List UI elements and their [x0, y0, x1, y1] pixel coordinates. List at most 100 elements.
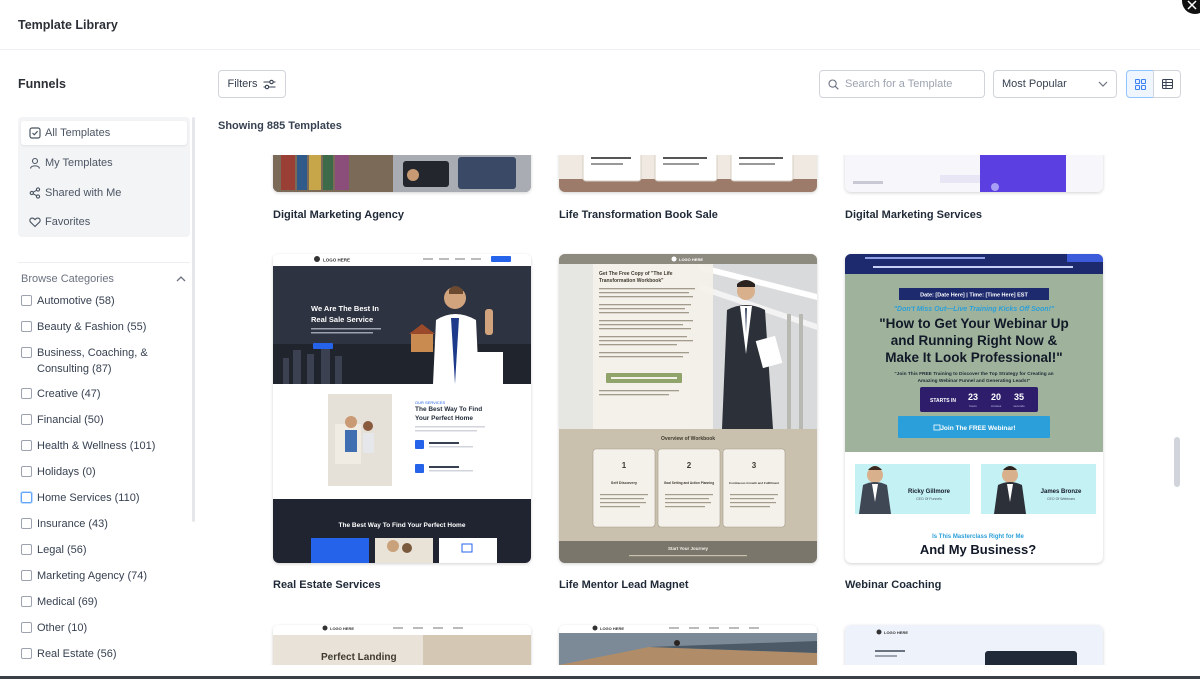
- results-count: Showing 885 Templates: [218, 120, 342, 132]
- template-card-webinar-coaching[interactable]: Date: [Date Here] | Time: [Time Here] ES…: [845, 254, 1103, 563]
- sort-select[interactable]: Most Popular: [993, 70, 1117, 98]
- preview-countdown-value: 20: [991, 392, 1001, 402]
- category-label: Holidays (0): [37, 466, 96, 478]
- preview-date-line: Date: [Date Here] | Time: [Time Here] ES…: [920, 293, 1028, 299]
- sidebar-item-favorites[interactable]: Favorites: [21, 210, 187, 234]
- template-name: Digital Marketing Services: [845, 209, 982, 221]
- checkbox[interactable]: [21, 440, 32, 451]
- category-medical[interactable]: Medical (69): [21, 594, 186, 610]
- template-thumbnail: LOGO HERE: [845, 625, 1103, 665]
- list-view-button[interactable]: [1153, 70, 1181, 98]
- category-other[interactable]: Other (10): [21, 620, 186, 636]
- category-label: Real Estate (56): [37, 648, 117, 660]
- category-marketing-agency[interactable]: Marketing Agency (74): [21, 568, 186, 584]
- checkbox[interactable]: [21, 648, 32, 659]
- template-thumbnail: Date: [Date Here] | Time: [Time Here] ES…: [845, 254, 1103, 563]
- category-label: Other (10): [37, 622, 88, 634]
- category-beauty-fashion[interactable]: Beauty & Fashion (55): [21, 319, 186, 335]
- preview-host-name: Ricky Gillmore: [908, 489, 951, 495]
- preview-bottom-headline: And My Business?: [920, 542, 1036, 557]
- category-label: Marketing Agency (74): [37, 570, 148, 582]
- filters-button[interactable]: Filters: [218, 70, 286, 98]
- preview-hero-title: Real Sale Service: [311, 315, 373, 324]
- search-placeholder: Search for a Template: [845, 78, 953, 90]
- checkbox[interactable]: [21, 388, 32, 399]
- checkbox[interactable]: [21, 518, 32, 529]
- category-label: Beauty & Fashion (55): [37, 321, 147, 333]
- template-card-life-transformation-book-sale[interactable]: [559, 155, 817, 192]
- category-label: Legal (56): [37, 544, 87, 556]
- template-card-real-estate-services[interactable]: LOGO HERE We Are The Best In Real Sale S…: [273, 254, 531, 563]
- close-icon: [1187, 0, 1197, 10]
- main-scrollbar[interactable]: [1174, 155, 1180, 665]
- template-name: Webinar Coaching: [845, 579, 942, 591]
- template-card[interactable]: LOGO HERE Perfect Landing: [273, 625, 531, 665]
- preview-logo: LOGO HERE: [330, 626, 354, 631]
- preview-section-title: The Best Way To Find: [415, 406, 482, 413]
- sidebar-scrollbar[interactable]: [192, 117, 195, 522]
- category-label: Automotive (58): [37, 295, 115, 307]
- sidebar-item-all-templates[interactable]: All Templates: [21, 121, 187, 145]
- template-thumbnail: LOGO HERE: [559, 625, 817, 665]
- preview-countdown-value: 35: [1014, 392, 1024, 402]
- category-legal[interactable]: Legal (56): [21, 542, 186, 558]
- checkbox[interactable]: [21, 622, 32, 633]
- checkbox[interactable]: [21, 596, 32, 607]
- preview-cta: Join The FREE Webinar!: [940, 425, 1015, 432]
- sidebar-nav: All Templates My Templates Shared with M…: [18, 117, 190, 237]
- sidebar-item-label: All Templates: [45, 127, 111, 139]
- sidebar-heading: Funnels: [18, 77, 66, 91]
- category-holidays[interactable]: Holidays (0): [21, 464, 186, 480]
- search-input[interactable]: Search for a Template: [819, 70, 985, 98]
- checkbox[interactable]: [21, 466, 32, 477]
- title-bar: Template Library: [0, 0, 1200, 50]
- filters-label: Filters: [227, 78, 258, 90]
- template-name: Real Estate Services: [273, 579, 381, 591]
- checkbox[interactable]: [21, 492, 32, 503]
- sidebar-item-label: My Templates: [45, 157, 113, 169]
- preview-host-role: CEO Of Webinars: [1047, 497, 1075, 501]
- grid-view-button[interactable]: [1126, 70, 1154, 98]
- category-label: Business, Coaching, & Consulting (87): [37, 347, 148, 375]
- grid-icon: [1134, 78, 1146, 90]
- category-health-wellness[interactable]: Health & Wellness (101): [21, 438, 186, 454]
- checkbox[interactable]: [21, 295, 32, 306]
- category-business-coaching[interactable]: Business, Coaching, & Consulting (87): [21, 345, 161, 377]
- sidebar-item-my-templates[interactable]: My Templates: [21, 151, 187, 175]
- preview-step-number: 3: [752, 461, 757, 470]
- category-label: Health & Wellness (101): [37, 440, 156, 452]
- checkbox[interactable]: [21, 347, 32, 358]
- categories-header[interactable]: Browse Categories: [21, 273, 186, 285]
- checkbox[interactable]: [21, 414, 32, 425]
- template-thumbnail: LOGO HERE We Are The Best In Real Sale S…: [273, 254, 531, 563]
- category-insurance[interactable]: Insurance (43): [21, 516, 186, 532]
- sidebar-item-shared-with-me[interactable]: Shared with Me: [21, 181, 187, 205]
- heart-icon: [29, 217, 41, 228]
- preview-overview: Overview of Workbook: [661, 436, 715, 442]
- template-thumbnail: LOGO HERE Perfect Landing: [273, 625, 531, 665]
- category-financial[interactable]: Financial (50): [21, 412, 186, 428]
- preview-footer: Start Your Journey: [668, 546, 709, 551]
- checkbox[interactable]: [21, 570, 32, 581]
- preview-headline: and Running Right Now &: [891, 333, 1058, 348]
- template-thumbnail: [559, 155, 817, 192]
- category-creative[interactable]: Creative (47): [21, 386, 186, 402]
- template-card-digital-marketing-agency[interactable]: [273, 155, 531, 192]
- preview-countdown-unit: seconds: [1013, 404, 1025, 408]
- template-card[interactable]: LOGO HERE: [845, 625, 1103, 665]
- category-automotive[interactable]: Automotive (58): [21, 293, 186, 309]
- checkbox[interactable]: [21, 321, 32, 332]
- preview-logo: LOGO HERE: [323, 258, 350, 263]
- preview-hero-title: We Are The Best In: [311, 304, 379, 313]
- preview-headline: Transformation Workbook": [599, 278, 664, 284]
- category-home-services[interactable]: Home Services (110): [21, 490, 186, 506]
- template-card-digital-marketing-services[interactable]: [845, 155, 1103, 192]
- preview-step-title: Goal Setting and Action Planning: [664, 481, 714, 485]
- scrollbar-thumb[interactable]: [1174, 437, 1180, 487]
- checkbox[interactable]: [21, 544, 32, 555]
- template-card[interactable]: LOGO HERE: [559, 625, 817, 665]
- template-grid: Digital Marketing Agency Life Transforma…: [218, 155, 1178, 665]
- preview-step-number: 1: [622, 461, 627, 470]
- template-card-life-mentor-lead-magnet[interactable]: LOGO HERE Get The Free Copy of "The Life…: [559, 254, 817, 563]
- category-real-estate[interactable]: Real Estate (56): [21, 646, 186, 662]
